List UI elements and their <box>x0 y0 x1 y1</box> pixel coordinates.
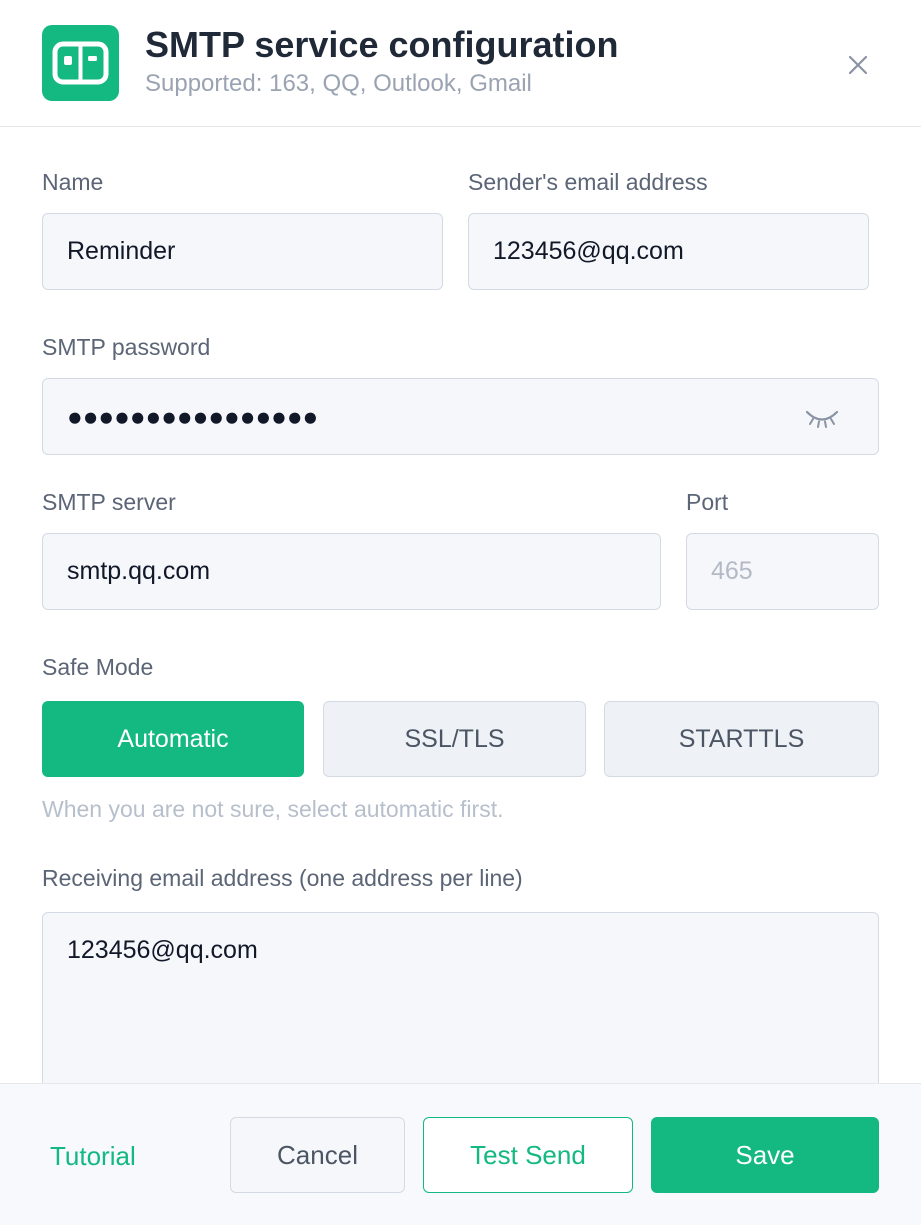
dialog-subtitle: Supported: 163, QQ, Outlook, Gmail <box>145 70 532 97</box>
name-input[interactable] <box>42 213 443 290</box>
dialog-title: SMTP service configuration <box>145 24 619 65</box>
sender-email-input[interactable] <box>468 213 869 290</box>
safe-mode-label: Safe Mode <box>42 654 154 680</box>
dialog-header: SMTP service configuration Supported: 16… <box>0 0 921 127</box>
smtp-password-input[interactable]: ●●●●●●●●●●●●●●●● <box>42 378 879 455</box>
smtp-config-dialog: SMTP service configuration Supported: 16… <box>0 0 921 1225</box>
dialog-footer: Tutorial Cancel Test Send Save <box>0 1083 921 1225</box>
port-input[interactable] <box>686 533 879 610</box>
test-send-button[interactable]: Test Send <box>423 1117 633 1193</box>
save-button[interactable]: Save <box>651 1117 879 1193</box>
sender-email-label: Sender's email address <box>468 169 708 195</box>
password-mask: ●●●●●●●●●●●●●●●● <box>67 401 319 431</box>
smtp-server-input[interactable] <box>42 533 661 610</box>
smtp-password-label: SMTP password <box>42 334 211 360</box>
eye-closed-icon[interactable] <box>803 399 841 435</box>
safe-mode-automatic-button[interactable]: Automatic <box>42 701 304 777</box>
port-label: Port <box>686 489 729 515</box>
smtp-server-label: SMTP server <box>42 489 176 515</box>
safe-mode-starttls-button[interactable]: STARTTLS <box>604 701 879 777</box>
tutorial-link[interactable]: Tutorial <box>50 1141 136 1172</box>
safe-mode-ssl-tls-button[interactable]: SSL/TLS <box>323 701 586 777</box>
cancel-button[interactable]: Cancel <box>230 1117 405 1193</box>
close-icon[interactable] <box>838 45 878 85</box>
safe-mode-hint: When you are not sure, select automatic … <box>42 796 504 822</box>
receiving-email-label: Receiving email address (one address per… <box>42 865 523 891</box>
mailbox-icon <box>42 25 119 101</box>
name-label: Name <box>42 169 104 195</box>
